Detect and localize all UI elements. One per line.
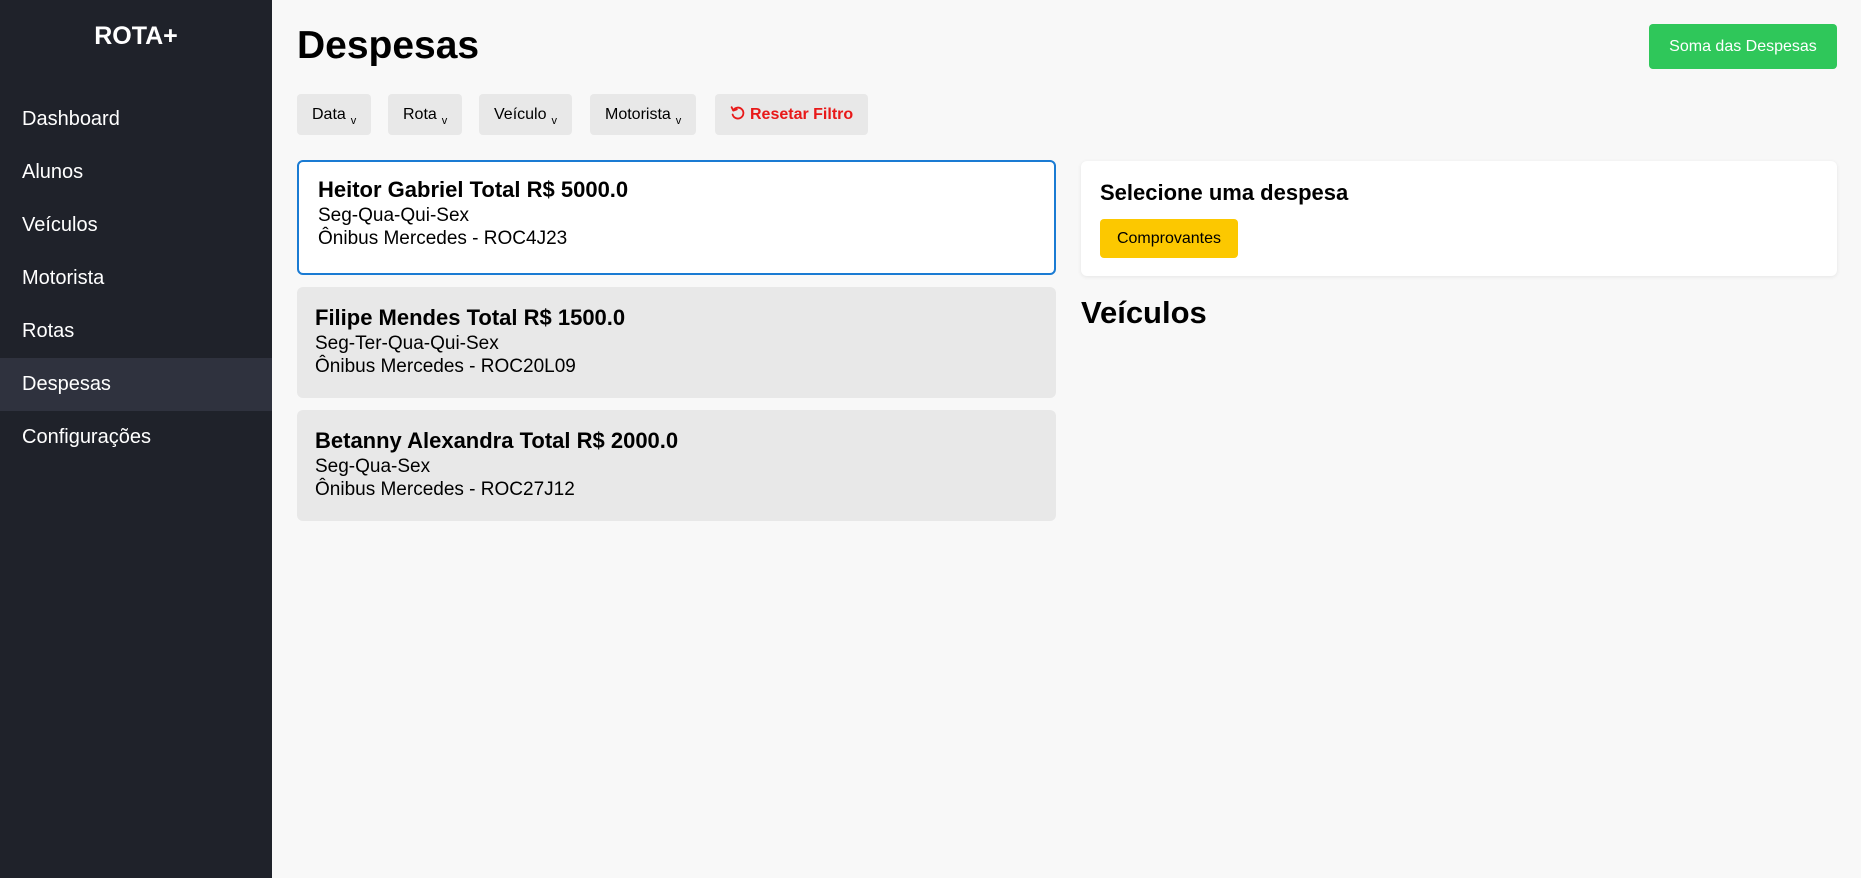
sidebar-nav: Dashboard Alunos Veículos Motorista Rota…: [0, 93, 272, 464]
sidebar: ROTA+ Dashboard Alunos Veículos Motorist…: [0, 0, 272, 878]
sidebar-item-motorista[interactable]: Motorista: [0, 252, 272, 305]
expense-title: Heitor Gabriel Total R$ 5000.0: [318, 177, 629, 202]
filter-data-label: Data: [312, 105, 346, 123]
sidebar-item-dashboard[interactable]: Dashboard: [0, 93, 272, 146]
filter-veiculo-label: Veículo: [494, 105, 547, 123]
expense-detail-panel: Selecione uma despesa Comprovantes: [1081, 161, 1837, 276]
expense-card[interactable]: Betanny Alexandra Total R$ 2000.0 Seg-Qu…: [297, 410, 1056, 521]
expense-days: Seg-Qua-Qui-Sex: [318, 205, 470, 226]
filter-motorista-dropdown[interactable]: Motorista v: [590, 94, 697, 135]
sidebar-item-alunos[interactable]: Alunos: [0, 146, 272, 199]
expense-card[interactable]: Filipe Mendes Total R$ 1500.0 Seg-Ter-Qu…: [297, 287, 1056, 398]
expense-vehicle: Ônibus Mercedes - ROC20L09: [315, 356, 576, 377]
chevron-down-icon: v: [441, 114, 448, 127]
sidebar-item-rotas[interactable]: Rotas: [0, 305, 272, 358]
expense-days: Seg-Ter-Qua-Qui-Sex: [315, 333, 499, 354]
sum-expenses-button[interactable]: Soma das Despesas: [1649, 24, 1837, 69]
sidebar-item-despesas[interactable]: Despesas: [0, 358, 272, 411]
filter-rota-label: Rota: [403, 105, 437, 123]
expense-vehicle: Ônibus Mercedes - ROC27J12: [315, 479, 575, 500]
expense-title: Betanny Alexandra Total R$ 2000.0: [315, 428, 679, 453]
sidebar-item-veiculos[interactable]: Veículos: [0, 199, 272, 252]
comprovantes-button[interactable]: Comprovantes: [1100, 219, 1238, 258]
filter-rota-dropdown[interactable]: Rota v: [388, 94, 463, 135]
expense-title: Filipe Mendes Total R$ 1500.0: [315, 305, 626, 330]
rotate-ccw-icon: [730, 106, 745, 120]
filter-motorista-label: Motorista: [605, 105, 671, 123]
filter-veiculo-dropdown[interactable]: Veículo v: [479, 94, 572, 135]
page-title: Despesas: [297, 24, 480, 67]
chevron-down-icon: v: [675, 114, 682, 127]
sidebar-item-configuracoes[interactable]: Configurações: [0, 411, 272, 464]
vehicles-section-title: Veículos: [1081, 295, 1207, 330]
brand-logo: ROTA+: [94, 22, 178, 50]
expense-days: Seg-Qua-Sex: [315, 456, 431, 477]
detail-title: Selecione uma despesa: [1100, 180, 1349, 205]
main-content: Despesas Soma das Despesas Data v Rota v V…: [272, 0, 1861, 878]
filter-data-dropdown[interactable]: Data v: [297, 94, 372, 135]
expense-vehicle: Ônibus Mercedes - ROC4J23: [318, 228, 568, 249]
expense-card[interactable]: Heitor Gabriel Total R$ 5000.0 Seg-Qua-Q…: [297, 160, 1056, 275]
reset-filter-label: Resetar Filtro: [750, 106, 854, 123]
chevron-down-icon: v: [350, 114, 357, 127]
reset-filter-button[interactable]: Resetar Filtro: [715, 94, 869, 135]
chevron-down-icon: v: [551, 114, 557, 127]
